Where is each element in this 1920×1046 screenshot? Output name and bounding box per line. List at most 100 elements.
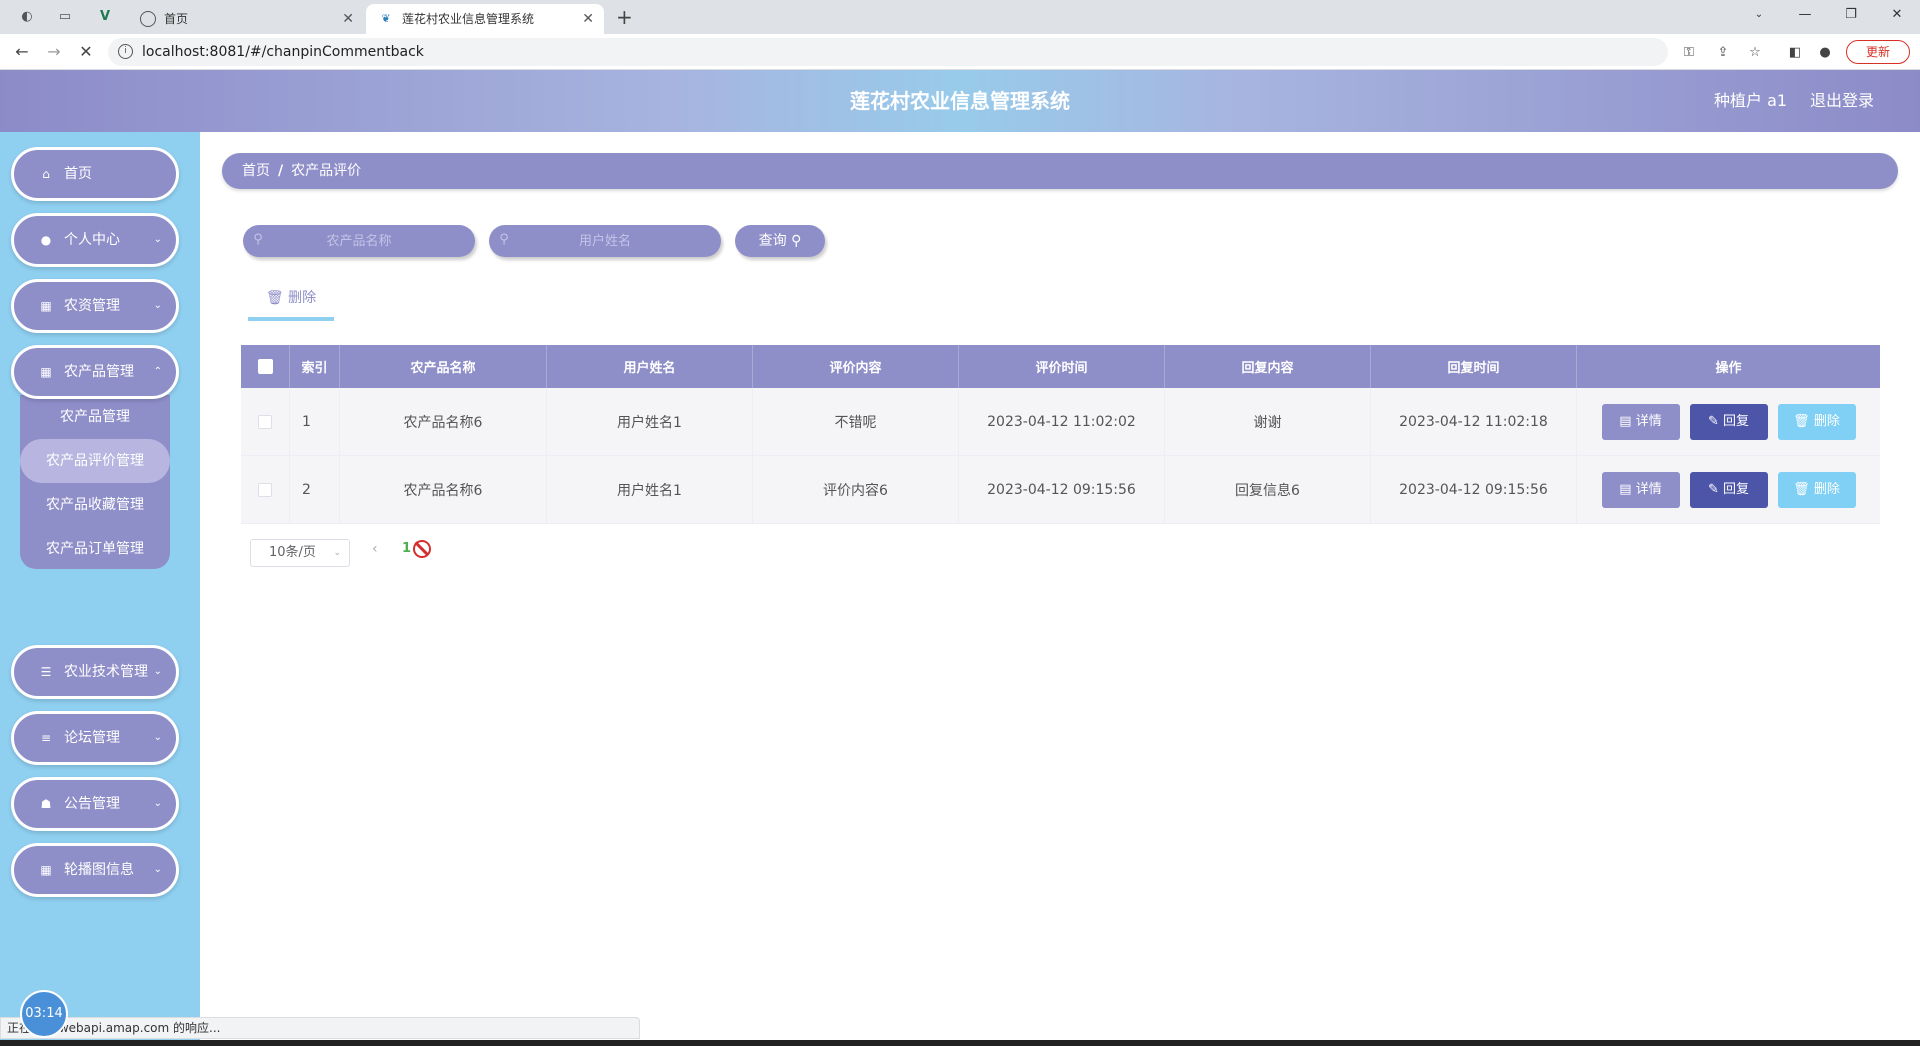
- header-reply-time: 回复时间: [1371, 345, 1577, 388]
- reply-button[interactable]: ✎ 回复: [1689, 471, 1768, 508]
- detail-label: 详情: [1635, 481, 1662, 497]
- window-close-icon[interactable]: ✕: [1874, 0, 1920, 30]
- table-row: 2 农产品名称6 用户姓名1 评价内容6 2023-04-12 09:15:56…: [241, 456, 1880, 524]
- cell-ops: ▤ 详情 ✎ 回复 🗑 删除: [1577, 388, 1880, 455]
- trash-icon: 🗑: [1793, 413, 1810, 429]
- key-icon[interactable]: ⚿: [1680, 44, 1698, 62]
- page-size-select[interactable]: 10条/页 ⌄: [250, 539, 350, 567]
- sidebar-item-label: 农业技术管理: [64, 664, 148, 680]
- select-all-checkbox[interactable]: [257, 359, 273, 374]
- edit-icon: ✎: [1707, 481, 1719, 497]
- forward-icon[interactable]: →: [42, 40, 66, 64]
- tab-search-chevron-icon[interactable]: ⌄: [1736, 0, 1782, 30]
- search-icon: ⚲: [791, 233, 802, 249]
- vue-icon[interactable]: V: [96, 8, 114, 26]
- close-icon[interactable]: ✕: [342, 4, 354, 34]
- batch-delete-button[interactable]: 🗑 删除: [248, 281, 334, 321]
- restore-icon[interactable]: ❐: [1828, 0, 1874, 30]
- delete-label: 删除: [1813, 413, 1840, 429]
- row-checkbox[interactable]: [258, 482, 272, 497]
- browser-status-bar: 正在等待 webapi.amap.com 的响应...: [0, 1017, 640, 1039]
- cell-index: 1: [290, 388, 340, 455]
- submenu-item-product-order[interactable]: 农产品订单管理: [20, 527, 170, 571]
- row-checkbox-cell: [241, 456, 290, 523]
- user-name-search-input[interactable]: [489, 225, 721, 257]
- trash-icon: 🗑: [265, 290, 284, 306]
- sidebar-item-home[interactable]: ⌂ 首页: [11, 147, 179, 201]
- sidebar-item-label: 公告管理: [64, 796, 120, 812]
- breadcrumb-current: 农产品评价: [291, 163, 362, 179]
- breadcrumb-home[interactable]: 首页: [242, 163, 270, 179]
- stop-icon[interactable]: ✕: [74, 40, 98, 64]
- app-title: 莲花村农业信息管理系统: [850, 89, 1070, 113]
- page-size-value: 10条/页: [269, 545, 316, 560]
- reply-label: 回复: [1723, 413, 1750, 429]
- submenu-item-product-manage[interactable]: 农产品管理: [20, 395, 170, 439]
- browser-tab-active[interactable]: ❦ 莲花村农业信息管理系统 ✕: [366, 4, 604, 34]
- side-panel-icon[interactable]: ◧: [1786, 44, 1804, 62]
- star-icon[interactable]: ☆: [1746, 44, 1764, 62]
- chevron-up-icon: ⌃: [153, 366, 162, 377]
- delete-button[interactable]: 🗑 删除: [1777, 403, 1856, 440]
- share-icon[interactable]: ⇪: [1714, 44, 1732, 62]
- sidebar-item-supplies[interactable]: ▦ 农资管理 ⌄: [11, 279, 179, 333]
- prev-page-icon[interactable]: ‹: [372, 541, 378, 557]
- not-allowed-icon[interactable]: [413, 540, 431, 558]
- sliders-icon: ☰: [40, 665, 52, 679]
- sidebar-item-products[interactable]: ▦ 农产品管理 ⌃: [11, 345, 179, 399]
- cell-user: 用户姓名1: [547, 388, 753, 455]
- chevron-down-icon: ⌄: [153, 300, 162, 311]
- cell-reply-time: 2023-04-12 11:02:18: [1371, 388, 1577, 455]
- sidebar: ⌂ 首页 ● 个人中心 ⌄ ▦ 农资管理 ⌄ ▦ 农产品管理 ⌃ ☰ 农业技术管…: [0, 132, 200, 1046]
- query-button-label: 查询: [758, 233, 787, 249]
- row-checkbox[interactable]: [258, 414, 272, 429]
- grid-icon: ▦: [40, 365, 52, 379]
- update-button[interactable]: 更新: [1846, 40, 1910, 64]
- detail-button[interactable]: ▤ 详情: [1601, 471, 1680, 508]
- apps-icon: ▦: [40, 863, 52, 877]
- query-button[interactable]: 查询 ⚲: [735, 225, 825, 257]
- close-icon[interactable]: ✕: [582, 4, 594, 34]
- list-icon: ≡: [40, 731, 52, 745]
- url-field[interactable]: i localhost:8081/#/chanpinCommentback: [108, 38, 1668, 66]
- cell-reply: 回复信息6: [1165, 456, 1371, 523]
- minimize-icon[interactable]: —: [1782, 0, 1828, 30]
- address-bar: ← → ✕ i localhost:8081/#/chanpinCommentb…: [0, 34, 1920, 70]
- info-icon[interactable]: i: [118, 44, 133, 59]
- page-number-current[interactable]: 1: [402, 541, 411, 556]
- chevron-down-icon: ⌄: [153, 732, 162, 743]
- reply-button[interactable]: ✎ 回复: [1689, 403, 1768, 440]
- select-all-checkbox-cell: [241, 345, 290, 388]
- sidebar-item-label: 农产品管理: [64, 364, 134, 380]
- sidebar-item-personal[interactable]: ● 个人中心 ⌄: [11, 213, 179, 267]
- sidebar-item-forum[interactable]: ≡ 论坛管理 ⌄: [11, 711, 179, 765]
- row-checkbox-cell: [241, 388, 290, 455]
- document-icon: ▤: [1619, 481, 1632, 497]
- delete-button[interactable]: 🗑 删除: [1777, 471, 1856, 508]
- tab-search-icon[interactable]: ◐: [18, 8, 36, 26]
- document-icon: ▤: [1619, 413, 1632, 429]
- product-name-search-input[interactable]: [243, 225, 475, 257]
- submenu-item-product-favorite[interactable]: 农产品收藏管理: [20, 483, 170, 527]
- new-tab-icon[interactable]: +: [616, 4, 633, 30]
- sidebar-item-notice[interactable]: ☗ 公告管理 ⌄: [11, 777, 179, 831]
- profile-icon[interactable]: ●: [1816, 44, 1834, 62]
- submenu-item-product-comment[interactable]: 农产品评价管理: [20, 439, 170, 483]
- sidebar-item-tech[interactable]: ☰ 农业技术管理 ⌄: [11, 645, 179, 699]
- sidebar-item-label: 论坛管理: [64, 730, 120, 746]
- tab-page-icon[interactable]: ▭: [56, 8, 74, 26]
- logout-button[interactable]: 退出登录: [1810, 70, 1874, 132]
- cell-time: 2023-04-12 11:02:02: [959, 388, 1165, 455]
- cell-product: 农产品名称6: [340, 456, 547, 523]
- detail-button[interactable]: ▤ 详情: [1601, 403, 1680, 440]
- header-reply: 回复内容: [1165, 345, 1371, 388]
- header-index: 索引: [290, 345, 340, 388]
- header-content: 评价内容: [753, 345, 959, 388]
- chevron-down-icon: ⌄: [153, 666, 162, 677]
- globe-icon: [140, 11, 156, 27]
- edit-icon: ✎: [1707, 413, 1719, 429]
- back-icon[interactable]: ←: [10, 40, 34, 64]
- breadcrumb: 首页 / 农产品评价: [222, 153, 1898, 189]
- sidebar-item-carousel[interactable]: ▦ 轮播图信息 ⌄: [11, 843, 179, 897]
- browser-tab-home[interactable]: 首页 ✕: [128, 4, 364, 34]
